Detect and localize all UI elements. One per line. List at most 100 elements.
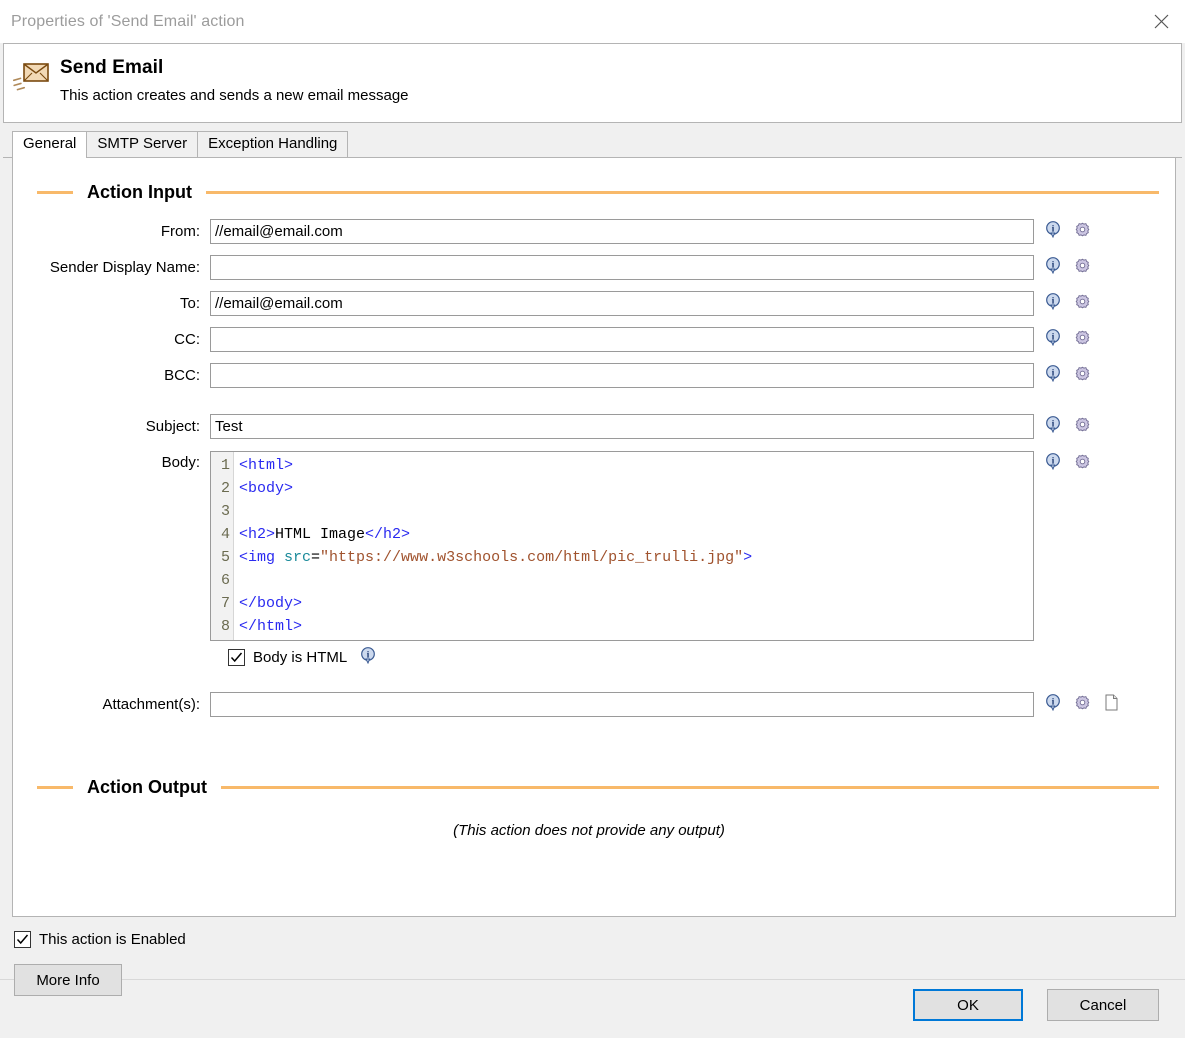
field-row-cc: CC: i: [13, 327, 1175, 352]
section-rule-right: [205, 191, 1159, 194]
body-icons: i: [1034, 451, 1090, 474]
code-token-tag: <html>: [239, 457, 294, 474]
code-token-eq: =: [311, 549, 321, 566]
tab-smtp-server[interactable]: SMTP Server: [86, 131, 199, 157]
code-line-number: 8: [220, 618, 230, 635]
action-enabled-checkbox[interactable]: [14, 931, 31, 948]
body-code-editor[interactable]: 1 2 3 4 5 6 7 8 <html> <body> <h2>HTML Image</h2…: [210, 451, 1034, 641]
action-input-title: Action Input: [87, 182, 192, 202]
from-label: From:: [160, 223, 200, 240]
code-line-number: 1: [220, 457, 230, 474]
subject-input[interactable]: [210, 414, 1034, 439]
gear-icon[interactable]: [1075, 222, 1090, 241]
gear-icon[interactable]: [1075, 695, 1090, 714]
action-input-form: From: i Sender Display Name: i: [13, 203, 1175, 717]
action-output-title: Action Output: [87, 777, 207, 797]
tab-strip: General SMTP Server Exception Handling: [3, 131, 1182, 158]
cc-input[interactable]: [210, 327, 1034, 352]
action-enabled-row: This action is Enabled: [0, 917, 1185, 948]
body-is-html-checkbox[interactable]: [228, 649, 245, 666]
info-bubble-icon[interactable]: i: [361, 647, 376, 668]
action-header: Send Email This action creates and sends…: [3, 43, 1182, 123]
code-token-tag: <img: [239, 549, 285, 566]
code-token-tag: <h2>: [239, 526, 276, 543]
field-row-bcc: BCC: i: [13, 363, 1175, 388]
cancel-button[interactable]: Cancel: [1047, 989, 1159, 1021]
action-enabled-label: This action is Enabled: [39, 931, 186, 948]
code-line: <img src="https://www.w3schools.com/html…: [239, 546, 752, 569]
info-bubble-icon[interactable]: i: [1046, 329, 1060, 350]
sender-display-name-icons: i: [1034, 257, 1090, 278]
gear-icon[interactable]: [1075, 294, 1090, 313]
attachments-input[interactable]: [210, 692, 1034, 717]
sender-display-name-label: Sender Display Name:: [49, 259, 200, 276]
to-input[interactable]: [210, 291, 1034, 316]
check-icon: [16, 934, 29, 945]
bcc-label: BCC:: [164, 367, 200, 384]
code-line-number: 7: [220, 595, 230, 612]
cc-label: CC:: [174, 331, 200, 348]
info-bubble-icon[interactable]: i: [1046, 257, 1060, 278]
info-bubble-icon[interactable]: i: [1046, 293, 1060, 314]
code-line: <h2>HTML Image</h2>: [239, 523, 752, 546]
subject-icons: i: [1034, 416, 1090, 437]
check-icon: [230, 652, 243, 663]
code-token-tag: </body>: [239, 595, 303, 612]
close-icon[interactable]: [1138, 0, 1185, 43]
tab-general[interactable]: General: [12, 131, 88, 158]
code-token-attr: src: [284, 549, 312, 566]
code-line: </html>: [239, 615, 752, 638]
send-email-envelope-icon: [4, 54, 60, 95]
to-icons: i: [1034, 293, 1090, 314]
sender-display-name-input[interactable]: [210, 255, 1034, 280]
code-line-number: 3: [220, 503, 230, 520]
code-line: <html>: [239, 454, 752, 477]
field-row-from: From: i: [13, 219, 1175, 244]
envelope-glyph: [13, 63, 49, 91]
code-token-plain: HTML Image: [275, 526, 366, 543]
code-line-number: 6: [220, 572, 230, 589]
info-bubble-icon[interactable]: i: [1046, 221, 1060, 242]
attachments-label: Attachment(s):: [102, 696, 200, 713]
gear-icon[interactable]: [1075, 258, 1090, 277]
cc-icons: i: [1034, 329, 1090, 350]
attachments-icons: i: [1034, 694, 1118, 715]
body-is-html-row: Body is HTML i: [13, 647, 1175, 668]
info-bubble-icon[interactable]: i: [1046, 416, 1060, 437]
dialog-button-bar: More Info OK Cancel: [0, 964, 1185, 1038]
close-glyph: [1154, 14, 1169, 29]
field-row-to: To: i: [13, 291, 1175, 316]
section-rule-left: [37, 786, 73, 789]
body-is-html-label: Body is HTML: [253, 649, 348, 666]
to-label: To:: [179, 295, 200, 312]
ok-button[interactable]: OK: [913, 989, 1023, 1021]
tab-exception-handling[interactable]: Exception Handling: [197, 131, 349, 157]
code-gutter: 1 2 3 4 5 6 7 8: [211, 452, 234, 640]
bcc-icons: i: [1034, 365, 1090, 386]
action-title: Send Email: [60, 57, 164, 78]
subject-label: Subject:: [145, 418, 200, 435]
bcc-input[interactable]: [210, 363, 1034, 388]
more-info-button[interactable]: More Info: [14, 964, 122, 996]
gear-icon[interactable]: [1075, 454, 1090, 473]
info-bubble-icon[interactable]: i: [1046, 694, 1060, 715]
info-bubble-icon[interactable]: i: [1046, 365, 1060, 386]
code-content[interactable]: <html> <body> <h2>HTML Image</h2> <img src…: [234, 452, 752, 640]
gear-icon[interactable]: [1075, 330, 1090, 349]
code-line: <body>: [239, 477, 752, 500]
from-input[interactable]: [210, 219, 1034, 244]
field-row-attachments: Attachment(s): i: [13, 692, 1175, 717]
action-description: This action creates and sends a new emai…: [60, 87, 409, 104]
info-bubble-icon[interactable]: i: [1046, 453, 1060, 474]
file-icon[interactable]: [1105, 694, 1118, 715]
code-line-number: 2: [220, 480, 230, 497]
gear-icon[interactable]: [1075, 417, 1090, 436]
code-token-tag: <body>: [239, 480, 294, 497]
from-icons: i: [1034, 221, 1090, 242]
code-line-number: 4: [220, 526, 230, 543]
action-output-section-header: Action Output: [13, 777, 1175, 798]
section-rule-left: [37, 191, 73, 194]
gear-icon[interactable]: [1075, 366, 1090, 385]
